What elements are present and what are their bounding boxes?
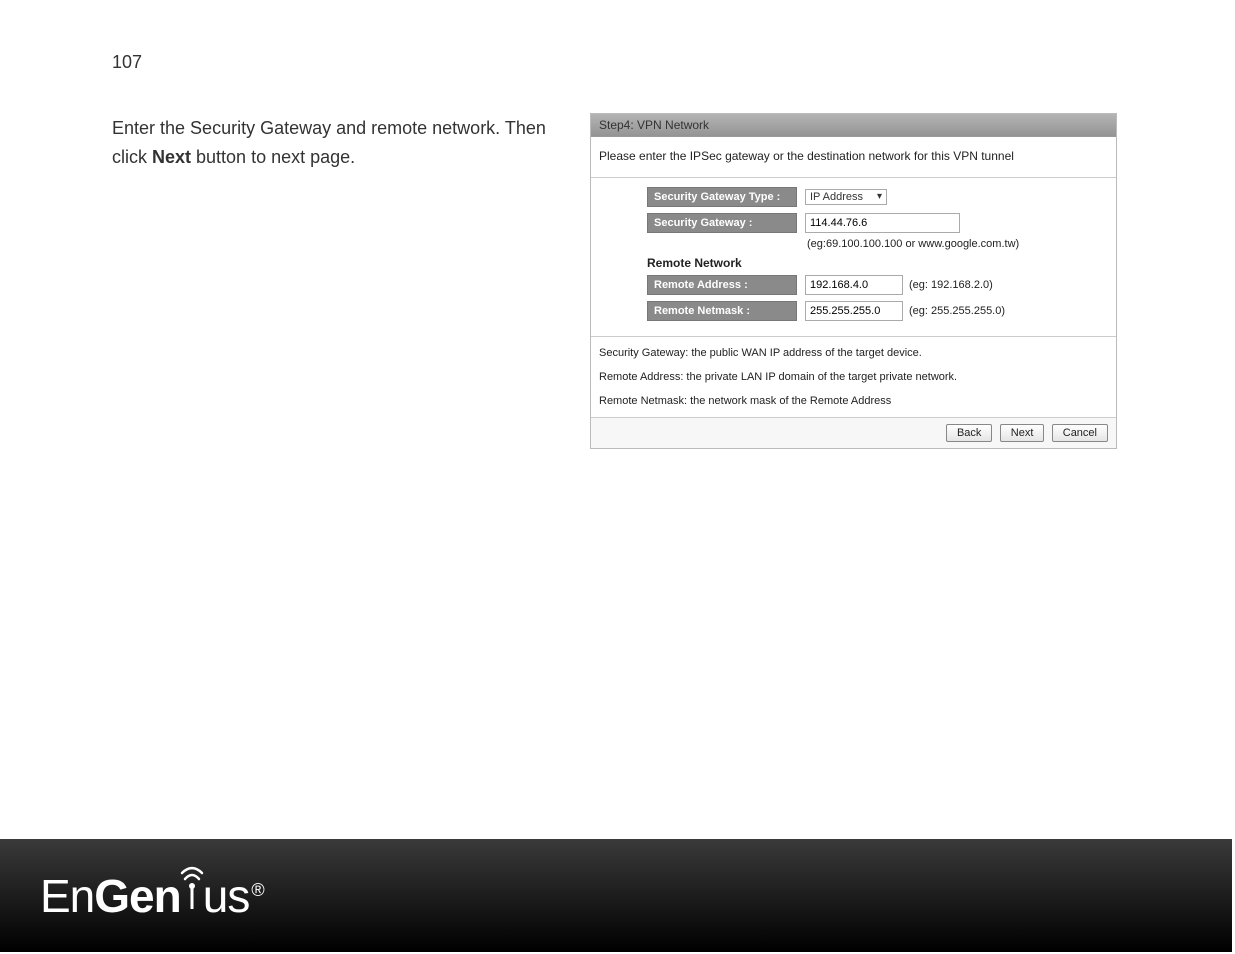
logo-bold: Gen (94, 870, 180, 922)
remote-netmask-hint: (eg: 255.255.255.0) (909, 305, 1005, 317)
panel-help: Security Gateway: the public WAN IP addr… (591, 337, 1116, 418)
remote-network-label: Remote Network (647, 256, 1108, 270)
panel-title: Step4: VPN Network (591, 114, 1116, 137)
logo-post: us (203, 870, 250, 922)
gateway-input[interactable] (805, 213, 960, 233)
vpn-network-panel: Step4: VPN Network Please enter the IPSe… (590, 113, 1117, 449)
remote-address-hint: (eg: 192.168.2.0) (909, 279, 993, 291)
engenius-logo: EnGen us® (40, 869, 264, 923)
cancel-button[interactable]: Cancel (1052, 424, 1108, 442)
wifi-icon (181, 869, 203, 909)
logo-pre: En (40, 870, 94, 922)
page-footer: EnGen us® (0, 839, 1232, 952)
help-line-address: Remote Address: the private LAN IP domai… (599, 371, 1108, 383)
instruction-bold: Next (152, 147, 191, 167)
remote-address-label: Remote Address : (647, 275, 797, 295)
remote-address-input[interactable] (805, 275, 903, 295)
gateway-type-select[interactable]: IP Address (805, 189, 887, 205)
next-button[interactable]: Next (1000, 424, 1045, 442)
help-line-netmask: Remote Netmask: the network mask of the … (599, 395, 1108, 407)
registered-icon: ® (251, 880, 263, 900)
instruction-post: button to next page. (191, 147, 355, 167)
page-number: 107 (112, 52, 142, 73)
back-button[interactable]: Back (946, 424, 992, 442)
gateway-type-row: Security Gateway Type : IP Address (647, 186, 1108, 208)
remote-netmask-input[interactable] (805, 301, 903, 321)
panel-description: Please enter the IPSec gateway or the de… (591, 137, 1116, 178)
remote-address-row: Remote Address : (eg: 192.168.2.0) (647, 274, 1108, 296)
panel-footer: Back Next Cancel (591, 418, 1116, 448)
remote-netmask-label: Remote Netmask : (647, 301, 797, 321)
instruction-text: Enter the Security Gateway and remote ne… (112, 114, 562, 172)
gateway-type-label: Security Gateway Type : (647, 187, 797, 207)
gateway-label: Security Gateway : (647, 213, 797, 233)
help-line-gateway: Security Gateway: the public WAN IP addr… (599, 347, 1108, 359)
panel-form: Security Gateway Type : IP Address Secur… (591, 178, 1116, 337)
gateway-row: Security Gateway : (647, 212, 1108, 234)
remote-netmask-row: Remote Netmask : (eg: 255.255.255.0) (647, 300, 1108, 322)
gateway-hint: (eg:69.100.100.100 or www.google.com.tw) (807, 238, 1108, 250)
logo-text: EnGen us® (40, 869, 264, 923)
